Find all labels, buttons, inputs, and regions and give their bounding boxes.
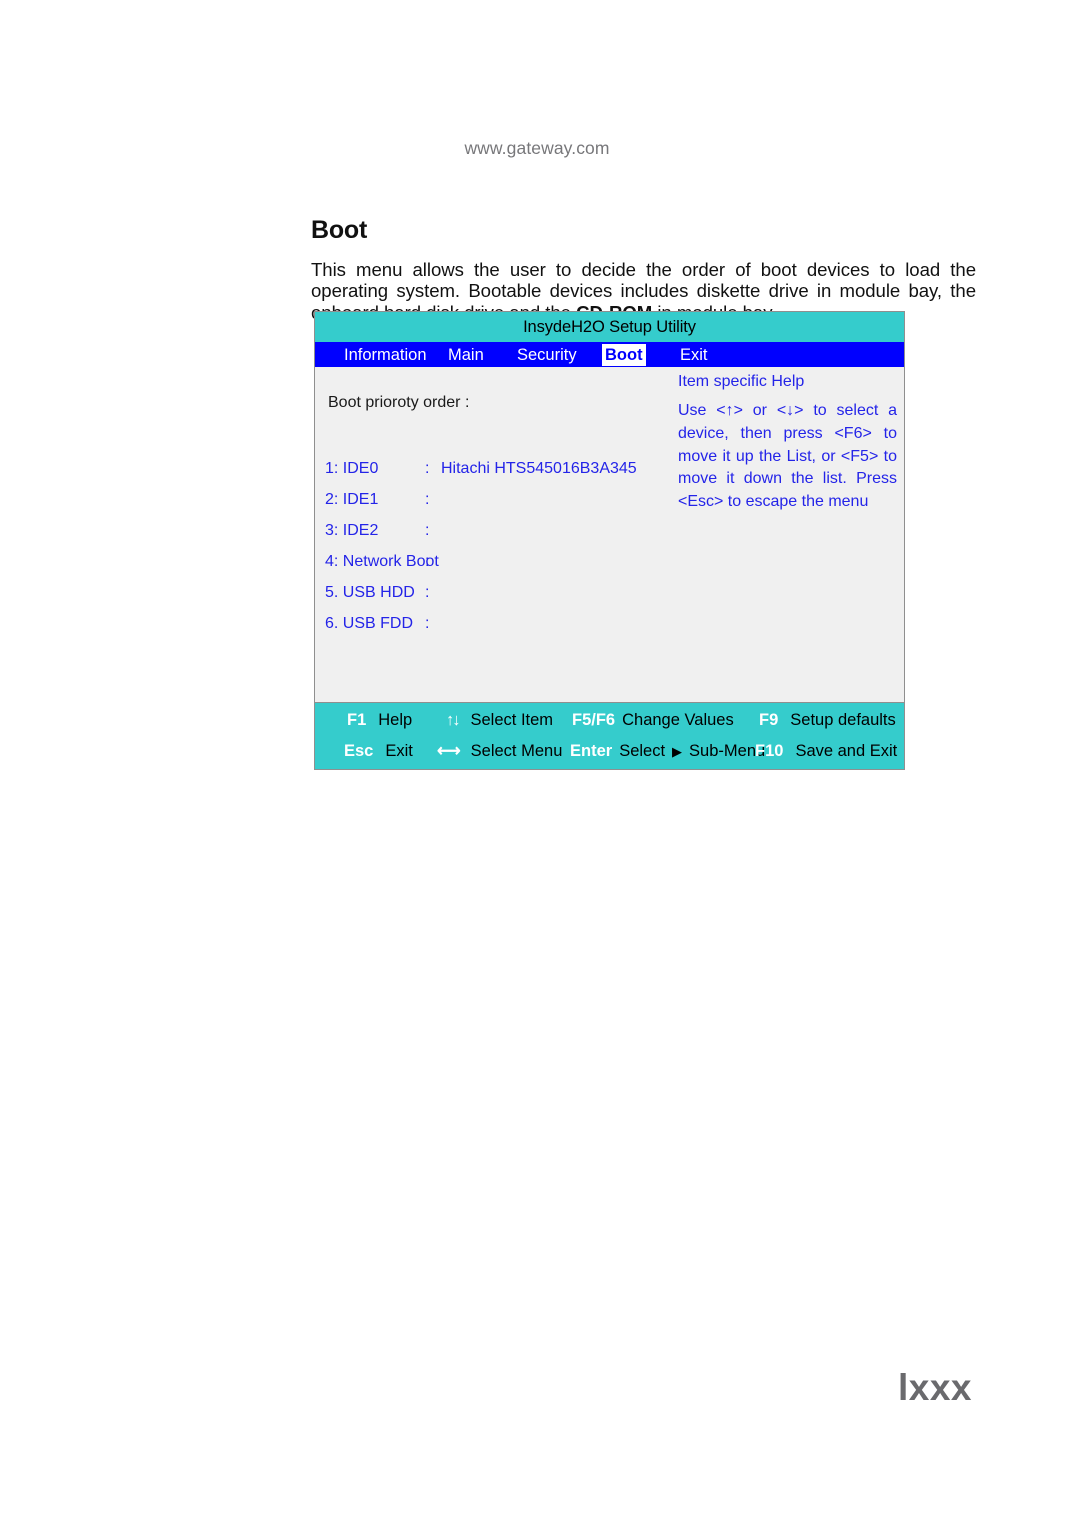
tab-exit[interactable]: Exit	[677, 344, 711, 366]
key-hint-esc-exit[interactable]: Esc Exit	[344, 736, 413, 767]
bios-body: Boot prioroty order : 1: IDE0: Hitachi HT…	[315, 367, 904, 702]
key-label-f5-f6: F5/F6	[572, 711, 616, 729]
key-hint-arrows-select-item[interactable]: ↑↓ Select Item	[446, 705, 553, 736]
key-hint-f1-help[interactable]: F1 Help	[347, 705, 412, 736]
key-action-select-menu: Select Menu	[470, 742, 563, 760]
boot-item-separator: :	[425, 491, 430, 508]
key-label-f10: F10	[755, 742, 784, 760]
boot-list-item[interactable]: 2: IDE1:	[325, 484, 655, 515]
boot-list-item[interactable]: 3: IDE2:	[325, 515, 655, 546]
key-hint-f10-save-and-exit[interactable]: F10 Save and Exit	[755, 736, 897, 767]
boot-item-separator: :	[425, 584, 430, 601]
boot-item-separator: :	[425, 522, 430, 539]
key-label-f9: F9	[759, 711, 779, 729]
bios-title: InsydeH2O Setup Utility	[315, 312, 904, 342]
boot-item-index: 4: Network Boot	[325, 553, 439, 570]
boot-item-index: 2: IDE1	[325, 491, 379, 508]
key-hint-enter-select-sub-menu[interactable]: Enter Select ▶ Sub-Menu	[570, 736, 765, 767]
boot-list-item[interactable]: 5. USB HDD:	[325, 577, 655, 608]
bios-setup-screen: InsydeH2O Setup Utility Information Main…	[314, 311, 905, 770]
boot-item-index: 1: IDE0	[325, 460, 379, 477]
boot-item-separator: :	[425, 460, 430, 477]
function-key-row-bottom: Esc Exit ⟷ Select Menu Enter Select ▶ Sub-Men…	[315, 736, 904, 767]
boot-item-index: 3: IDE2	[325, 522, 379, 539]
key-action-select: Select	[619, 742, 666, 760]
key-action-setup-defaults: Setup defaults	[790, 711, 896, 729]
key-label-esc: Esc	[344, 742, 374, 760]
left-right-arrow-icon: ⟷	[437, 742, 461, 760]
boot-list-item[interactable]: 4: Network Boot:	[325, 546, 655, 577]
key-action-select-item: Select Item	[470, 711, 554, 729]
boot-item-index: 5. USB HDD	[325, 584, 415, 601]
key-action-sub-menu: Sub-Menu	[689, 742, 766, 760]
key-action-help: Help	[378, 711, 413, 729]
key-action-save-and-exit: Save and Exit	[795, 742, 898, 760]
key-label-f1: F1	[347, 711, 367, 729]
boot-item-index: 6. USB FDD	[325, 615, 414, 632]
help-panel-title: Item specific Help	[678, 373, 805, 390]
page-title: Boot	[311, 215, 368, 244]
tab-main[interactable]: Main	[445, 344, 487, 366]
boot-item-value: Hitachi HTS545016B3A345	[441, 460, 637, 477]
key-action-exit: Exit	[385, 742, 413, 760]
key-hint-f9-setup-defaults[interactable]: F9 Setup defaults	[759, 705, 896, 736]
bios-function-key-bar: F1 Help ↑↓ Select Item F5/F6 Change Values …	[315, 702, 904, 769]
page-number: lxxx	[897, 1367, 972, 1408]
up-down-arrow-icon: ↑↓	[446, 711, 460, 729]
key-label-enter: Enter	[570, 742, 613, 760]
boot-priority-list: 1: IDE0: Hitachi HTS545016B3A345 2: IDE1:…	[325, 453, 655, 639]
boot-item-separator: :	[425, 553, 430, 570]
boot-priority-order-label: Boot prioroty order :	[328, 394, 470, 411]
key-action-change-values: Change Values	[622, 711, 734, 729]
item-specific-help-panel: Item specific Help Use <↑> or <↓> to sel…	[678, 367, 897, 514]
boot-list-item[interactable]: 6. USB FDD:	[325, 608, 655, 639]
site-url: www.gateway.com	[464, 138, 610, 158]
key-hint-arrows-select-menu[interactable]: ⟷ Select Menu	[437, 736, 562, 767]
tab-security[interactable]: Security	[514, 344, 580, 366]
function-key-row-top: F1 Help ↑↓ Select Item F5/F6 Change Values …	[315, 705, 904, 736]
bios-menu-bar: Information Main Security Boot Exit	[315, 342, 904, 367]
boot-list-item[interactable]: 1: IDE0: Hitachi HTS545016B3A345	[325, 453, 655, 484]
tab-information[interactable]: Information	[341, 344, 430, 366]
boot-item-separator: :	[425, 615, 430, 632]
triangle-right-icon: ▶	[672, 744, 683, 759]
key-hint-f5-f6-change-values[interactable]: F5/F6 Change Values	[572, 705, 734, 736]
help-panel-text: Use <↑> or <↓> to select a device, then …	[678, 402, 897, 511]
tab-boot[interactable]: Boot	[602, 344, 646, 366]
